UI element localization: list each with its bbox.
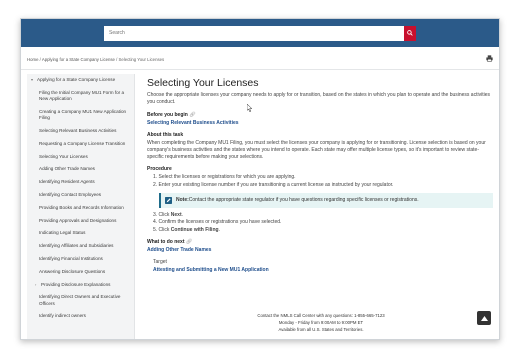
about-task-heading: About this task [147,132,184,138]
footer-availability: Available from all U.S. States and Terri… [278,326,364,332]
sidebar-item-disclosure-explanations[interactable]: › Providing Disclosure Explanations [27,278,134,291]
print-icon[interactable] [486,55,493,62]
sidebar-item-applying-state-license[interactable]: ▾ Applying for a State Company License [27,74,134,87]
sidebar-item-business-activities[interactable]: Selecting Relevant Business Activities [27,125,134,138]
sidebar-item-resident-agents[interactable]: Identifying Resident Agents [27,176,134,189]
note-callout: Note: Contact the appropriate state regu… [159,192,493,208]
back-to-top-button[interactable] [477,311,491,325]
sidebar-item-books-records[interactable]: Providing Books and Records Information [27,202,134,215]
sidebar-item-selecting-licenses[interactable]: Selecting Your Licenses [27,150,134,163]
search-button[interactable] [404,25,416,41]
breadcrumb: Home / Applying for a State Company Lice… [27,57,164,62]
about-task-text: When completing the Company MU1 Filing, … [147,140,486,160]
sidebar-item-indirect-owners[interactable]: Identify indirect owners [27,310,134,323]
footer-contact: Contact the NMLS Call Center with any qu… [257,313,385,318]
sidebar-item-financial-institutions[interactable]: Identifying Financial Institutions [27,253,134,266]
search-icon [407,30,413,36]
footer: Contact the NMLS Call Center with any qu… [147,313,495,333]
next-link[interactable]: Adding Other Trade Names [147,247,495,253]
breadcrumb-current: Selecting Your Licenses [118,57,165,62]
sidebar-item-direct-owners[interactable]: Identifying Direct Owners and Executive … [27,291,134,310]
note-label: Note: [176,197,189,203]
sidebar-item-approvals[interactable]: Providing Approvals and Designations [27,214,134,227]
before-begin-link[interactable]: Selecting Relevant Business Activities [147,120,495,126]
sidebar-nav: ▾ Applying for a State Company License Fi… [27,74,135,339]
sidebar-item-creating-mu1-filing[interactable]: Creating a Company MU1 New Application F… [27,106,134,125]
browser-frame: Home / Applying for a State Company Lice… [20,18,500,340]
note-text: Contact the appropriate state regulator … [188,197,419,203]
sidebar-item-trade-names[interactable]: Adding Other Trade Names [27,163,134,176]
procedure-steps-continued: 3. Click Next. 4. Confirm the licenses o… [147,212,495,234]
link-icon: 🔗︎ [189,112,196,118]
footer-hours: Monday - Friday from 9:00AM to 9:00PM ET [278,319,364,325]
page-title: Selecting Your Licenses [147,77,259,89]
main-content: Selecting Your Licenses Choose the appro… [147,77,495,279]
procedure-heading: Procedure [147,166,172,172]
sidebar-item-disclosure-questions[interactable]: Answering Disclosure Questions [27,266,134,279]
sidebar-item-contact-employees[interactable]: Identifying Contact Employees [27,189,134,202]
note-icon [165,196,172,204]
intro-text: Choose the appropriate licenses your com… [147,92,490,105]
link-icon: 🔗︎ [185,238,193,245]
mouse-cursor-icon [247,104,253,112]
procedure-steps: 1. Select the licenses or registrations … [147,174,495,189]
step-1: 1. Select the licenses or registrations … [153,174,296,180]
breadcrumb-parent[interactable]: Applying for a State Company License [42,57,115,62]
breadcrumb-home[interactable]: Home [27,57,38,62]
step-4: 4. Confirm the licenses or registrations… [153,219,282,225]
sidebar-item-initial-mu1-form[interactable]: Filing the Initial Company MU1 Form for … [27,87,134,106]
step-3: 3. Click Next. [153,211,184,218]
what-next-heading: What to do next 🔗︎ [147,238,193,245]
target-link[interactable]: Attesting and Submitting a New MU1 Appli… [153,267,495,273]
step-5: 5. Click Continue with Filing. [153,226,220,233]
search-input[interactable] [104,25,404,41]
arrow-up-icon [480,315,488,321]
search-bar [104,25,416,41]
before-you-begin-heading: Before you begin 🔗︎ [147,112,196,118]
header-divider [21,69,499,70]
sidebar-item-affiliates[interactable]: Identifying Affiliates and Subsidiaries [27,240,134,253]
sidebar-item-legal-status[interactable]: Indicating Legal Status [27,227,134,240]
step-2: 2. Enter your existing license number if… [153,181,394,188]
target-label: Target [153,258,167,265]
header-bar [21,19,499,47]
sidebar-item-license-transition[interactable]: Requesting a Company License Transition [27,138,134,151]
target-block: Target Attesting and Submitting a New MU… [153,259,495,273]
